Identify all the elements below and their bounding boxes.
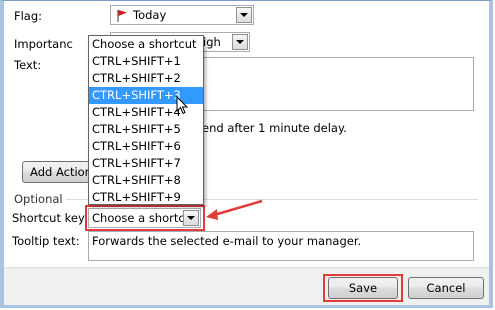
- chevron-down-icon[interactable]: [236, 7, 252, 23]
- add-action-label: Add Action: [30, 165, 92, 179]
- red-flag-icon: [117, 10, 127, 22]
- annotation-arrow-icon: [206, 199, 263, 220]
- annotation-highlight-shortcut: [85, 205, 205, 231]
- shortcut-key-label: Shortcut key:: [12, 211, 88, 225]
- chevron-down-icon[interactable]: [232, 34, 248, 50]
- flag-dropdown[interactable]: Today: [110, 5, 254, 25]
- annotation-highlight-save: [323, 274, 403, 302]
- shortcut-option[interactable]: CTRL+SHIFT+9: [89, 189, 203, 206]
- importance-label: Importanc: [14, 37, 73, 51]
- shortcut-option[interactable]: CTRL+SHIFT+2: [89, 70, 203, 87]
- optional-label: Optional: [14, 192, 63, 206]
- shortcut-option[interactable]: Choose a shortcut: [89, 36, 203, 53]
- shortcut-option[interactable]: CTRL+SHIFT+1: [89, 53, 203, 70]
- mouse-cursor-icon: [176, 96, 189, 115]
- flag-label: Flag:: [14, 9, 43, 23]
- shortcut-option[interactable]: CTRL+SHIFT+7: [89, 155, 203, 172]
- cancel-button[interactable]: Cancel: [408, 277, 484, 299]
- shortcut-option[interactable]: CTRL+SHIFT+8: [89, 172, 203, 189]
- shortcut-option[interactable]: CTRL+SHIFT+5: [89, 121, 203, 138]
- tooltip-text-label: Tooltip text:: [12, 234, 80, 248]
- shortcut-dropdown-list[interactable]: Choose a shortcut CTRL+SHIFT+1 CTRL+SHIFT+…: [88, 35, 204, 205]
- importance-value: igh: [203, 35, 221, 49]
- tooltip-text-value: Forwards the selected e-mail to your man…: [92, 234, 362, 248]
- shortcut-option[interactable]: CTRL+SHIFT+6: [89, 138, 203, 155]
- cancel-label: Cancel: [426, 281, 466, 295]
- tooltip-text-field[interactable]: Forwards the selected e-mail to your man…: [88, 231, 474, 261]
- flag-value: Today: [133, 8, 167, 22]
- send-delay-text: end after 1 minute delay.: [202, 121, 347, 135]
- text-label: Text:: [14, 58, 42, 72]
